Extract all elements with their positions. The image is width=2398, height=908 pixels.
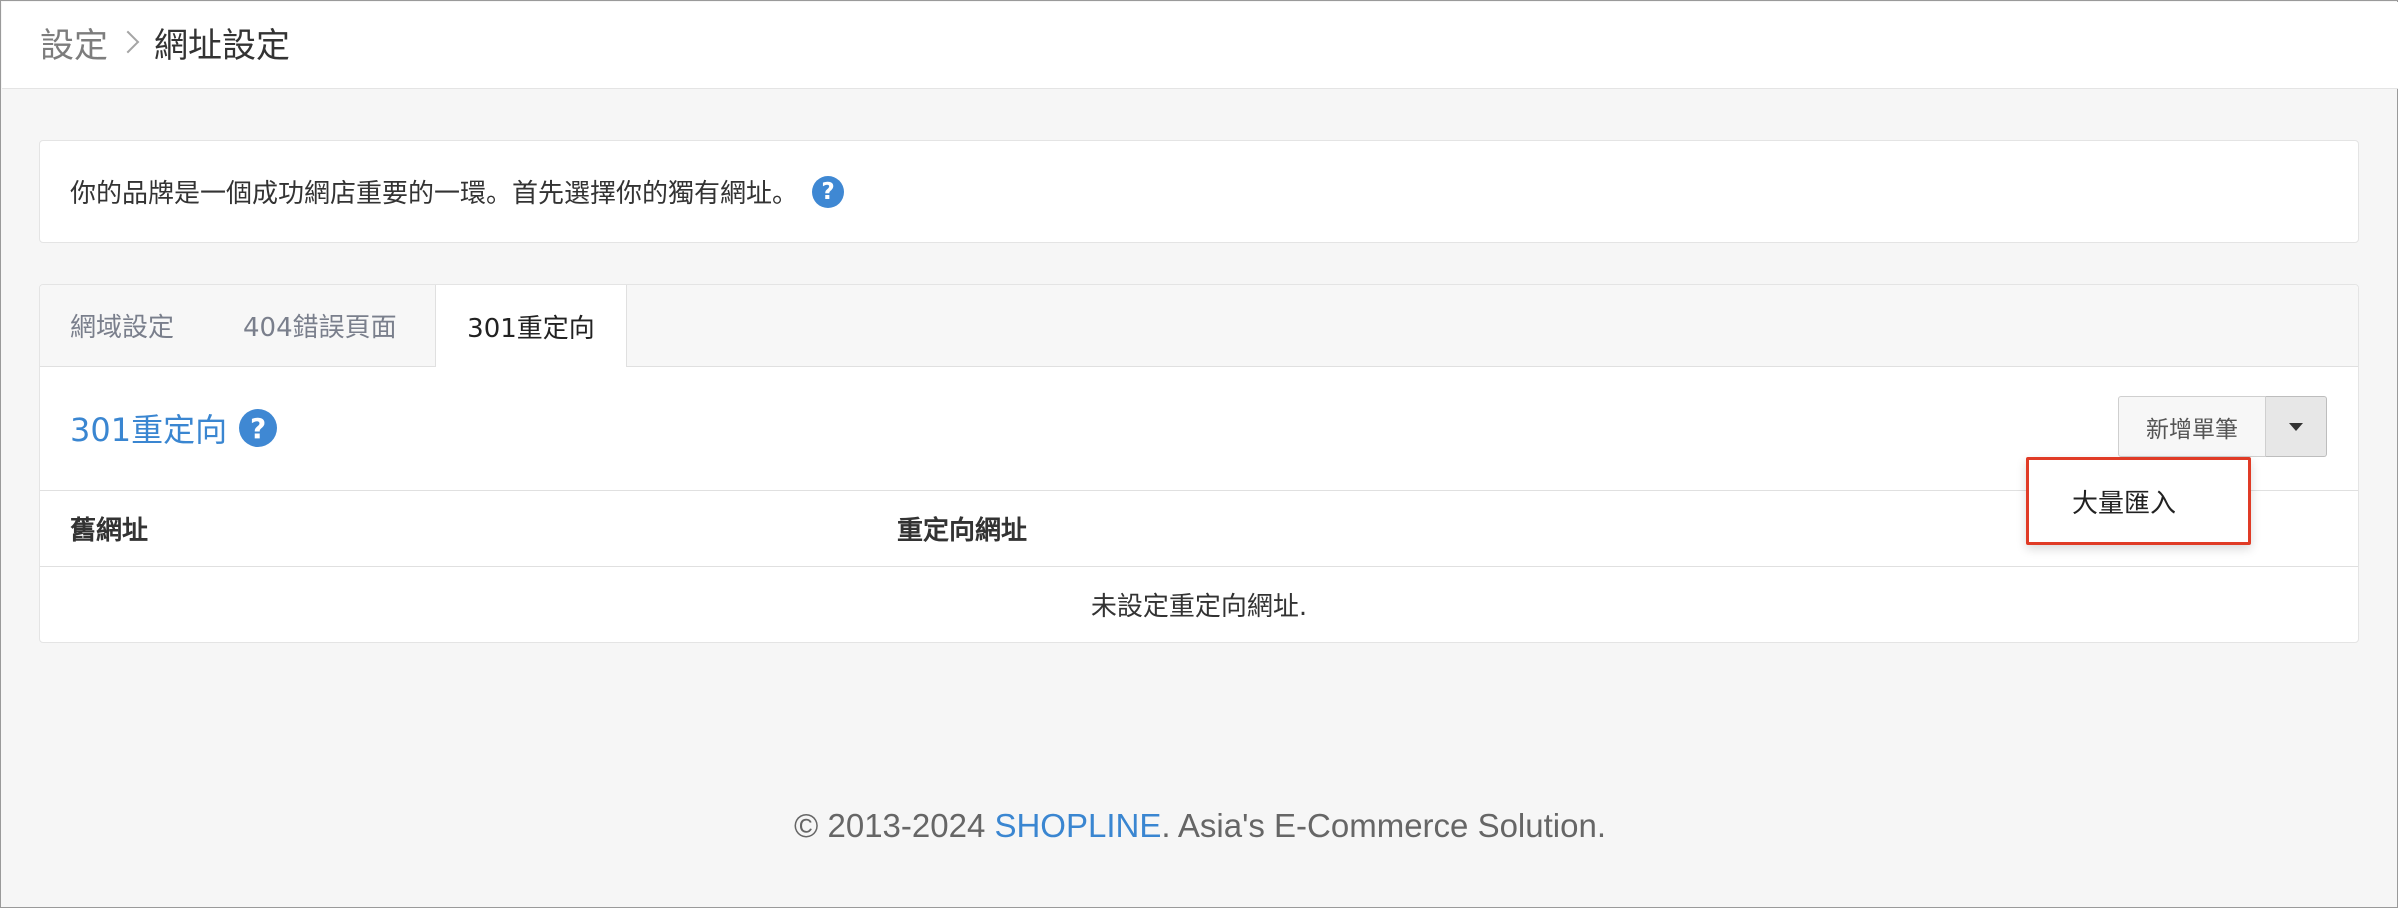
tab-404-page[interactable]: 404錯誤頁面	[243, 285, 397, 366]
intro-card: 你的品牌是一個成功網店重要的一環。首先選擇你的獨有網址。 ?	[39, 140, 2359, 243]
tab-301-redirect[interactable]: 301重定向	[435, 285, 627, 367]
column-header-old-url: 舊網址	[70, 516, 149, 546]
footer-brand-link[interactable]: SHOPLINE	[994, 807, 1161, 845]
footer: © 2013-2024 SHOPLINE . Asia's E-Commerce…	[1, 803, 2398, 849]
question-circle-icon[interactable]: ?	[812, 175, 845, 208]
breadcrumb-settings-link[interactable]: 設定	[40, 18, 108, 67]
section-title-text: 301重定向	[70, 411, 228, 449]
tab-domain-settings[interactable]: 網域設定	[70, 285, 174, 366]
table-empty-message: 未設定重定向網址.	[1090, 591, 1308, 622]
question-circle-icon[interactable]: ?	[239, 409, 278, 447]
breadcrumb: 設定 網址設定	[40, 18, 290, 67]
app-window: 設定 網址設定 你的品牌是一個成功網店重要的一環。首先選擇你的獨有網址。 ? 網…	[0, 0, 2398, 908]
page-title: 網址設定	[154, 25, 290, 66]
redirect-panel: 網域設定 404錯誤頁面 301重定向 301重定向 ? 新增單筆 舊網址 重定…	[39, 284, 2359, 643]
column-header-redirect-url: 重定向網址	[897, 516, 1028, 546]
footer-copyright: © 2013-2024	[794, 807, 995, 844]
section-title: 301重定向 ?	[70, 408, 278, 449]
page-header: 設定 網址設定	[2, 2, 2398, 89]
add-single-button[interactable]: 新增單筆	[2118, 396, 2266, 457]
add-button-group: 新增單筆	[2118, 396, 2327, 457]
tab-bar: 網域設定 404錯誤頁面 301重定向	[40, 285, 2358, 367]
caret-down-icon	[2289, 422, 2303, 431]
intro-text: 你的品牌是一個成功網店重要的一環。首先選擇你的獨有網址。	[70, 179, 799, 209]
intro-message: 你的品牌是一個成功網店重要的一環。首先選擇你的獨有網址。 ?	[70, 141, 845, 242]
add-options-dropdown: 大量匯入	[2026, 457, 2251, 545]
bulk-import-menu-item[interactable]: 大量匯入	[2072, 460, 2176, 542]
add-options-toggle[interactable]	[2266, 396, 2327, 457]
table-header: 舊網址 重定向網址	[40, 490, 2358, 567]
footer-tagline: . Asia's E-Commerce Solution.	[1161, 807, 1606, 844]
chevron-right-icon	[116, 30, 140, 54]
